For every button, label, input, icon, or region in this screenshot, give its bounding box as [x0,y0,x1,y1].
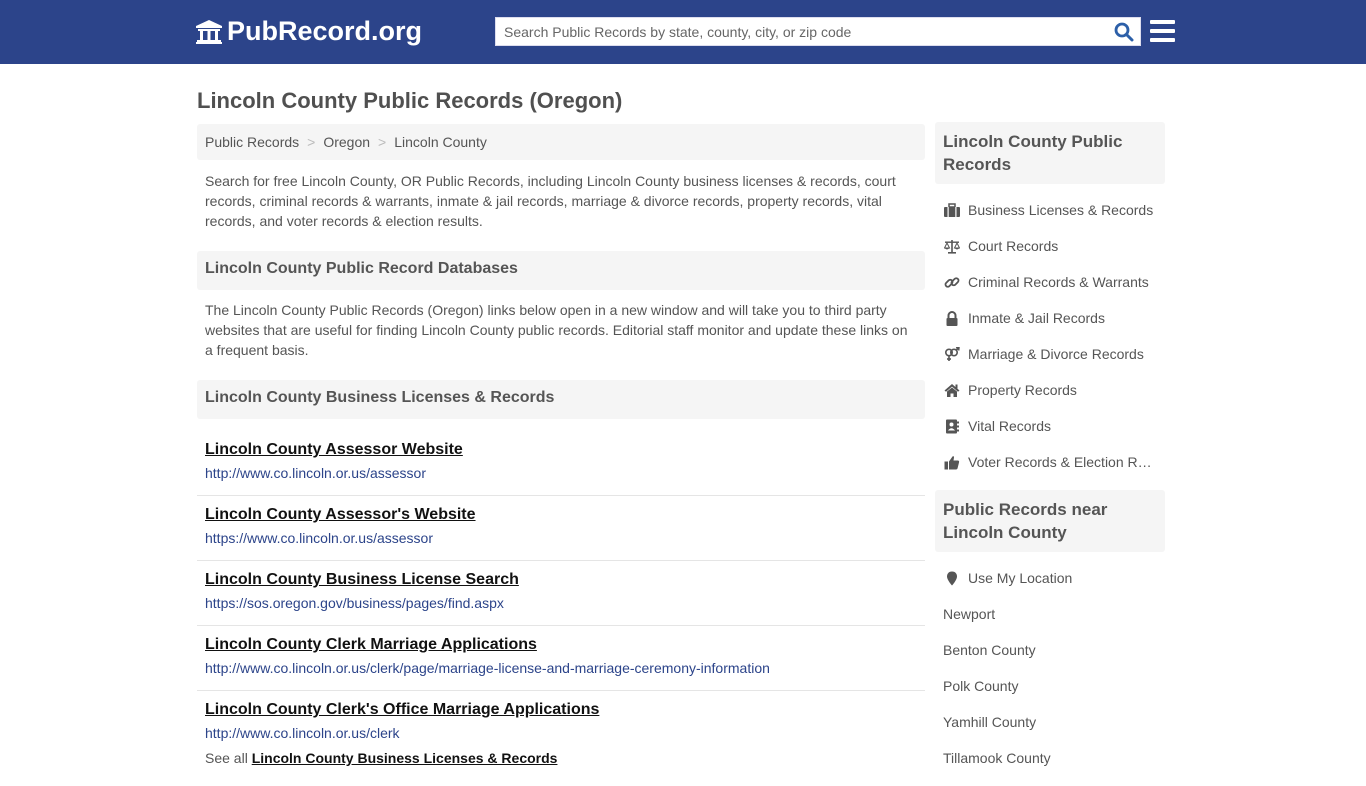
sidebar-near-list: Use My Location Newport Benton County Po… [935,552,1165,786]
see-all-prefix: See all [205,750,248,766]
intro-text: Search for free Lincoln County, OR Publi… [205,173,896,229]
balance-scale-icon [943,239,960,254]
sidebar-item-property[interactable]: Property Records [935,372,1165,408]
see-all-link[interactable]: Lincoln County Business Licenses & Recor… [252,750,558,766]
business-section-heading: Lincoln County Business Licenses & Recor… [197,380,925,419]
breadcrumb-oregon[interactable]: Oregon [323,134,370,150]
record-link-title[interactable]: Lincoln County Assessor Website [205,440,917,460]
map-marker-icon [946,571,957,585]
databases-heading: Lincoln County Public Record Databases [197,251,925,290]
sidebar-item-label: Inmate & Jail Records [968,310,1105,326]
menu-bar [1150,20,1175,24]
courthouse-icon [196,19,222,44]
sidebar-item-marriage[interactable]: Marriage & Divorce Records [935,336,1165,372]
sidebar-item-voter[interactable]: Voter Records & Election Results [935,444,1165,480]
record-link-title[interactable]: Lincoln County Business License Search [205,570,917,590]
sidebar: Lincoln County Public Records Business L… [935,122,1165,786]
breadcrumb-lincoln-county[interactable]: Lincoln County [394,134,487,150]
near-location-link[interactable]: Polk County [935,668,1165,704]
sidebar-item-label: Criminal Records & Warrants [968,274,1149,290]
sidebar-item-inmate[interactable]: Inmate & Jail Records [935,300,1165,336]
list-item: Lincoln County Business License Search h… [197,561,925,626]
menu-bar [1150,38,1175,42]
search-button[interactable] [1114,22,1134,42]
lock-icon [946,310,957,326]
record-link-title[interactable]: Lincoln County Clerk Marriage Applicatio… [205,635,917,655]
sidebar-item-label: Voter Records & Election Results [968,454,1158,470]
search-icon [1114,22,1134,42]
breadcrumb-separator: > [307,134,316,150]
see-all-row: See all Lincoln County Business Licenses… [197,750,925,766]
sidebar-item-label: Court Records [968,238,1059,254]
sidebar-item-criminal[interactable]: Criminal Records & Warrants [935,264,1165,300]
top-navbar: PubRecord.org [0,0,1366,64]
record-link-url[interactable]: http://www.co.lincoln.or.us/assessor [205,465,917,481]
breadcrumb-separator: > [378,134,387,150]
briefcase-icon [943,202,960,217]
list-item: Lincoln County Assessor Website http://w… [197,431,925,496]
sidebar-item-label: Marriage & Divorce Records [968,346,1144,362]
record-link-url[interactable]: https://sos.oregon.gov/business/pages/fi… [205,595,917,611]
near-location-link[interactable]: Newport [935,596,1165,632]
hamburger-menu-button[interactable] [1150,20,1175,42]
record-link-title[interactable]: Lincoln County Assessor's Website [205,505,917,525]
list-item: Lincoln County Assessor's Website https:… [197,496,925,561]
near-location-link[interactable]: Yamhill County [935,704,1165,740]
sidebar-item-business[interactable]: Business Licenses & Records [935,192,1165,228]
sidebar-records-list: Business Licenses & Records Court Record… [935,184,1165,490]
list-item: Lincoln County Clerk's Office Marriage A… [197,691,925,756]
home-icon [944,383,959,397]
sidebar-item-court[interactable]: Court Records [935,228,1165,264]
sidebar-item-label: Property Records [968,382,1077,398]
logo-text: PubRecord.org [227,16,423,46]
link-icon [944,276,959,288]
sidebar-item-label: Vital Records [968,418,1052,434]
near-location-link[interactable]: Tillamook County [935,740,1165,776]
record-link-url[interactable]: http://www.co.lincoln.or.us/clerk [205,725,917,741]
breadcrumb: Public Records > Oregon > Lincoln County [197,124,925,160]
menu-bar [1150,29,1175,33]
sidebar-item-vital[interactable]: Vital Records [935,408,1165,444]
main-content: Public Records > Oregon > Lincoln County Sea… [197,124,925,766]
page-title: Lincoln County Public Records (Oregon) [197,88,623,113]
breadcrumb-public-records[interactable]: Public Records [205,134,299,150]
sidebar-item-label: Business Licenses & Records [968,202,1154,218]
site-logo[interactable]: PubRecord.org [195,16,422,47]
search-box [495,17,1141,46]
sidebar-near-heading: Public Records near Lincoln County [935,490,1165,552]
thumbs-up-icon [944,455,959,469]
venus-mars-icon [944,346,960,361]
search-input[interactable] [496,18,1096,45]
use-my-location-label: Use My Location [968,570,1073,586]
list-item: Lincoln County Clerk Marriage Applicatio… [197,626,925,691]
sidebar-records-heading: Lincoln County Public Records [935,122,1165,184]
business-links-list: Lincoln County Assessor Website http://w… [197,431,925,756]
record-link-url[interactable]: http://www.co.lincoln.or.us/clerk/page/m… [205,660,917,676]
record-link-url[interactable]: https://www.co.lincoln.or.us/assessor [205,530,917,546]
address-book-icon [945,419,959,433]
databases-description: The Lincoln County Public Records (Orego… [205,302,908,358]
record-link-title[interactable]: Lincoln County Clerk's Office Marriage A… [205,700,917,720]
use-my-location-link[interactable]: Use My Location [935,560,1165,596]
near-location-link[interactable]: Benton County [935,632,1165,668]
